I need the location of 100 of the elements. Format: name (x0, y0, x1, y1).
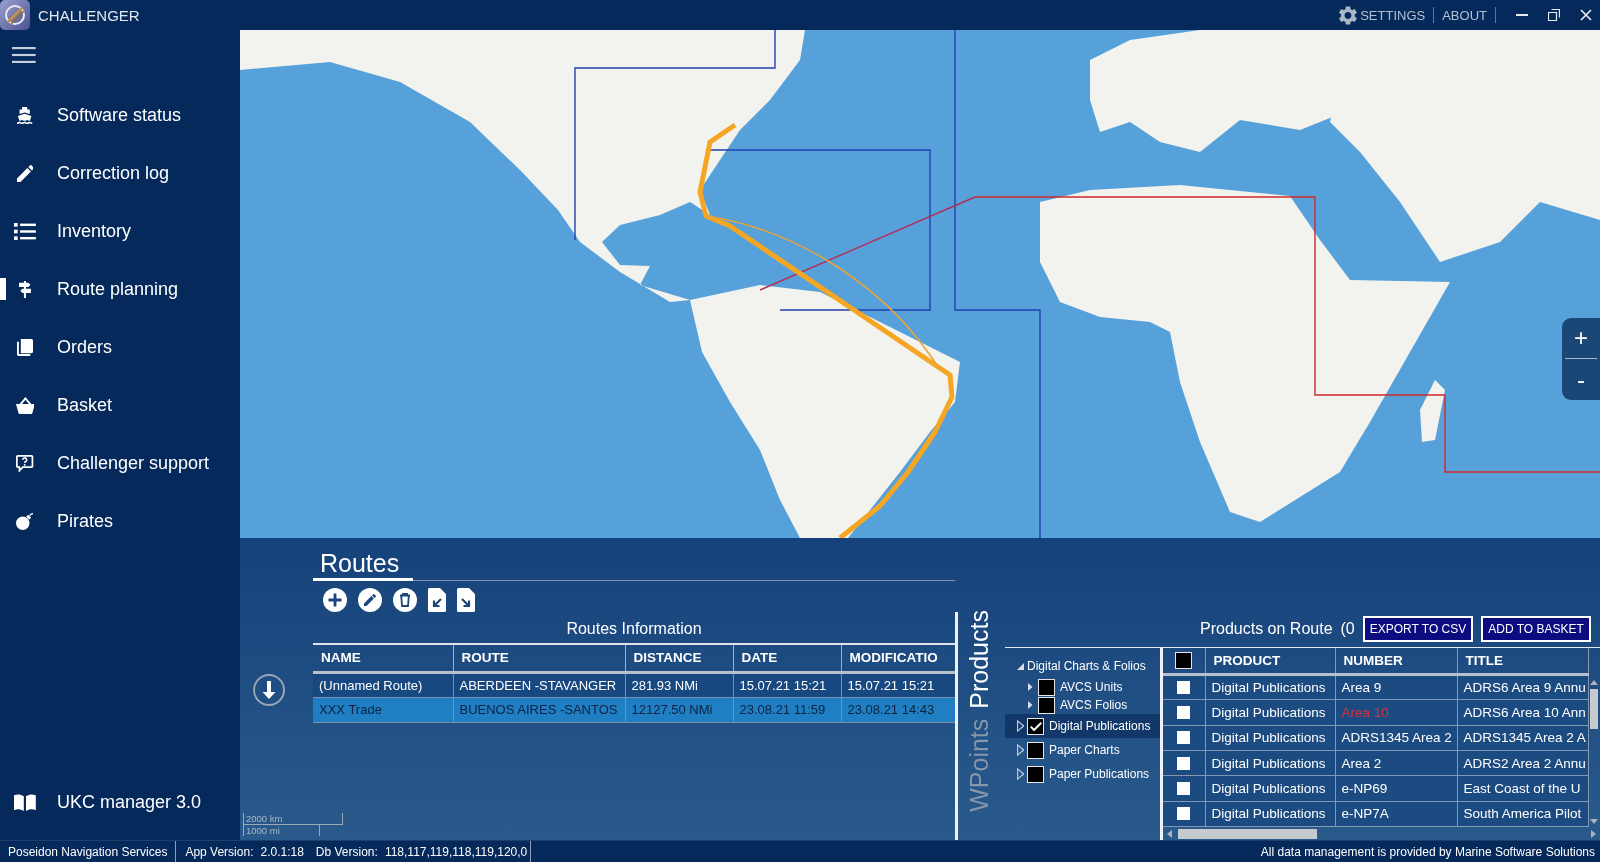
table-cell: ADRS1345 Area 2 (1335, 725, 1457, 751)
settings-button[interactable]: SETTINGS (1331, 3, 1434, 27)
table-cell: 281.93 NMi (625, 672, 733, 697)
export-csv-button[interactable]: EXPORT TO CSV (1362, 616, 1474, 642)
tree-item[interactable]: Paper Publications (1005, 762, 1160, 786)
scrollbar-thumb[interactable] (1589, 689, 1598, 729)
table-cell: Area 9 (1335, 674, 1457, 700)
close-icon[interactable] (1580, 9, 1592, 21)
table-cell: Digital Publications (1205, 801, 1335, 827)
checkbox[interactable] (1027, 765, 1044, 783)
table-cell: Digital Publications (1205, 699, 1335, 726)
status-text: All data management is provided by Marine Software Solutions (1260, 844, 1596, 859)
about-button[interactable]: ABOUT (1434, 3, 1495, 27)
table-cell: ADRS6 Area 10 Ann (1457, 699, 1588, 726)
table-cell: Digital Publications (1205, 725, 1335, 751)
bomb-icon (16, 512, 34, 530)
scrollbar-thumb[interactable] (1178, 829, 1317, 839)
zoom-in-button[interactable]: + (1565, 318, 1597, 359)
table-row[interactable]: XXX Trade BUENOS AIRES -SANTOS 12127.50 NMi 23.08.21 11:59 23.08.21 14:43 (313, 697, 955, 722)
checkmark-icon (1029, 721, 1042, 731)
status-text: Poseidon Navigation Services (7, 844, 169, 859)
table-cell: ADRS1345 Area 2 A (1457, 725, 1588, 751)
stacked-pages-icon (16, 338, 34, 356)
restore-icon[interactable] (1548, 9, 1560, 21)
product-count: (0 (1340, 619, 1355, 639)
status-label: Db Version: (315, 844, 378, 859)
open-book-icon (14, 793, 36, 811)
checkbox[interactable] (1027, 741, 1044, 759)
table-cell: Digital Publications (1205, 775, 1335, 802)
table-cell: (Unnamed Route) (313, 672, 453, 697)
scroll-right-icon[interactable] (1591, 830, 1596, 838)
collapsed-arrow-icon[interactable] (1017, 768, 1025, 780)
tree-item[interactable]: AVCS Units (1005, 678, 1160, 696)
table-cell: BUENOS AIRES -SANTOS (453, 697, 625, 722)
table-cell: Area 2 (1335, 750, 1457, 776)
expanded-arrow-icon[interactable] (1017, 662, 1024, 670)
edit-icon[interactable] (358, 588, 382, 612)
scroll-up-icon[interactable] (1589, 680, 1598, 685)
table-caption: Routes Information (565, 619, 703, 639)
table-cell: Digital Publications (1205, 750, 1335, 776)
nav-item[interactable]: UKC manager 3.0 (0, 779, 240, 825)
table-cell: 23.08.21 11:59 (733, 697, 841, 722)
scroll-left-icon[interactable] (1167, 830, 1172, 838)
nav-item[interactable]: Correction log (0, 150, 240, 196)
tree-item[interactable]: Digital Publications (1005, 714, 1160, 738)
add-icon[interactable] (323, 588, 347, 612)
panel-tab[interactable]: Products (964, 610, 994, 709)
scale-bar-label: 1000 mi (244, 825, 320, 836)
list-icon (14, 222, 36, 240)
help-bubble-icon (16, 454, 34, 472)
section-title: Products on Route (1200, 619, 1333, 639)
tree-item[interactable]: Paper Charts (1005, 738, 1160, 762)
table-cell: East Coast of the U (1457, 775, 1588, 802)
checkbox[interactable] (1027, 717, 1044, 735)
ship-icon (17, 106, 33, 124)
table-cell: South America Pilot (1457, 801, 1588, 827)
table-cell: ADRS2 Area 2 Annu (1457, 750, 1588, 776)
status-label: App Version: (185, 844, 254, 859)
file-import-icon[interactable] (428, 588, 446, 612)
table-cell: Digital Publications (1205, 674, 1335, 700)
collapsed-arrow-icon[interactable] (1028, 701, 1033, 709)
nav-item[interactable]: Pirates (0, 498, 240, 544)
signpost-icon (19, 280, 31, 298)
table-cell: XXX Trade (313, 697, 453, 722)
scroll-down-icon[interactable] (1589, 819, 1598, 824)
tree-item[interactable]: AVCS Folios (1005, 696, 1160, 714)
nav-item[interactable]: Software status (0, 92, 240, 138)
app-logo-icon (0, 0, 30, 30)
down-arrow-button[interactable] (253, 674, 285, 706)
checkbox[interactable] (1038, 696, 1055, 714)
zoom-out-button[interactable]: - (1565, 359, 1597, 400)
table-cell: 15.07.21 15:21 (733, 672, 841, 697)
settings-icon (1339, 5, 1358, 25)
table-cell: ADRS6 Area 9 Annu (1457, 674, 1588, 700)
file-export-icon[interactable] (457, 588, 475, 612)
status-value: 2.0.1:18 (260, 844, 304, 859)
table-cell: Area 10 (1335, 699, 1457, 726)
collapsed-arrow-icon[interactable] (1028, 683, 1033, 691)
basket-icon (15, 396, 35, 414)
collapsed-arrow-icon[interactable] (1017, 720, 1025, 732)
collapsed-arrow-icon[interactable] (1017, 744, 1025, 756)
routes-heading: Routes (313, 548, 414, 581)
table-cell: e-NP69 (1335, 775, 1457, 802)
trash-icon[interactable] (393, 588, 417, 612)
nav-item[interactable]: Route planning (0, 266, 240, 312)
checkbox[interactable] (1038, 678, 1055, 696)
pencil-icon (16, 164, 34, 182)
app-title: CHALLENGER (38, 6, 140, 24)
nav-item[interactable]: Challenger support (0, 440, 240, 486)
table-row[interactable]: (Unnamed Route) ABERDEEN -STAVANGER 281.93 NMi 15.07.21 15:21 15.07.21 15:21 (313, 672, 955, 697)
tree-item[interactable]: Digital Charts & Folios (1005, 654, 1160, 678)
table-cell: ABERDEEN -STAVANGER (453, 672, 625, 697)
table-cell: 12127.50 NMi (625, 697, 733, 722)
menu-icon[interactable] (12, 47, 36, 63)
status-value: 118,117,119,118,119,120,0 (384, 844, 528, 859)
add-to-basket-button[interactable]: ADD TO BASKET (1481, 616, 1591, 642)
nav-item[interactable]: Orders (0, 324, 240, 370)
nav-item[interactable]: Inventory (0, 208, 240, 254)
checkbox[interactable] (1175, 651, 1193, 669)
nav-item[interactable]: Basket (0, 382, 240, 428)
